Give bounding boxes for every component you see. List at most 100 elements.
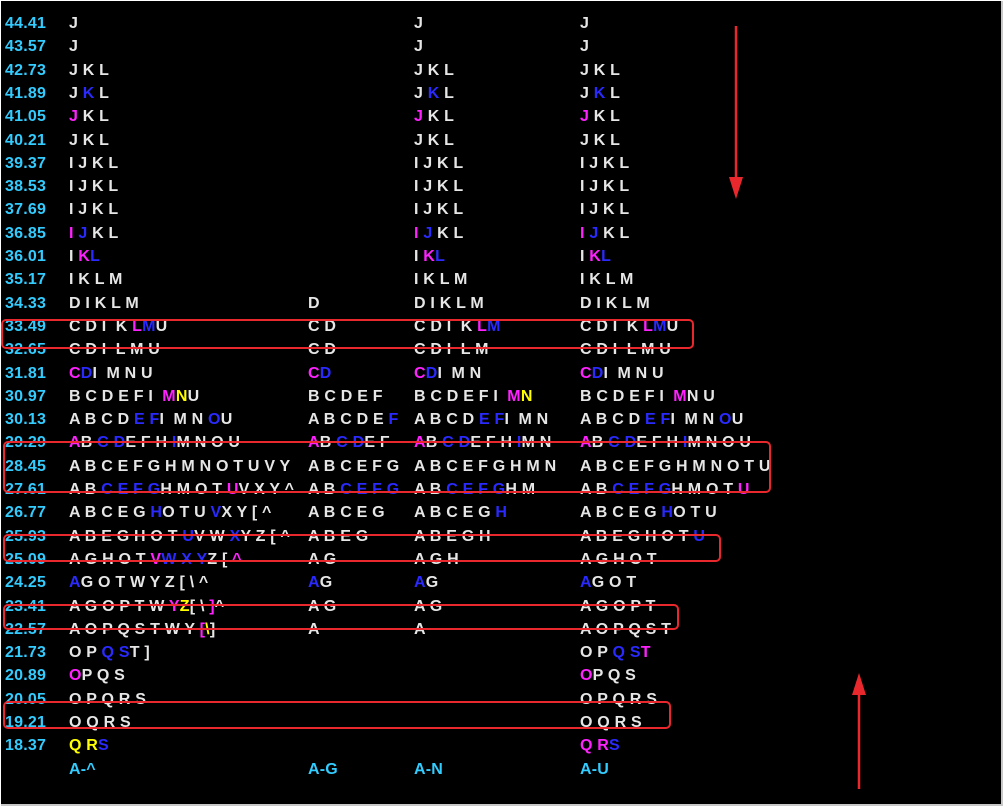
tpo-segment: B C D E F I [69, 387, 163, 405]
tpo-segment: A B C E G [308, 504, 385, 522]
tpo-segment: X Y [ ^ [221, 504, 272, 522]
tpo-segment: N [175, 387, 188, 405]
period-range-label: A-U [580, 760, 610, 778]
tpo-letters-col-4: J K L [580, 59, 620, 82]
tpo-letters-col-4: AG O T [580, 571, 636, 594]
tpo-segment: J K L [580, 61, 621, 79]
tpo-segment: I J K L [414, 154, 464, 172]
price-level: 24.25 [5, 574, 47, 592]
tpo-letters-col-4: B C D E F I MN U [580, 385, 715, 408]
tpo-segment: D [425, 364, 438, 382]
price-level: 20.89 [5, 667, 47, 685]
tpo-letters-col-2: B C D E F [308, 385, 383, 408]
tpo-segment: F [388, 411, 399, 429]
tpo-segment: J [580, 15, 590, 32]
tpo-segment: O [719, 411, 732, 429]
tpo-segment: Q S [612, 644, 641, 662]
tpo-letters-col-3: A B C E G H [414, 501, 507, 524]
tpo-segment: J [414, 38, 424, 56]
tpo-letters-col-4: J K L [580, 105, 620, 128]
tpo-letters-col-3: J K L [414, 129, 454, 152]
tpo-segment: N U [686, 387, 715, 405]
price-level: 18.37 [5, 737, 47, 755]
tpo-segment: J K L [580, 131, 621, 149]
tpo-segment: O P [580, 644, 613, 662]
tpo-segment: L [90, 248, 101, 265]
price-level: 26.77 [5, 504, 47, 522]
price-level: 43.57 [5, 38, 47, 56]
tpo-segment: O [69, 667, 82, 685]
highlight-box [3, 534, 721, 562]
price-level: 34.33 [5, 294, 47, 312]
tpo-segment: I J K L [580, 201, 630, 219]
tpo-letters-col-1: I J K L [69, 198, 118, 221]
tpo-segment: G [319, 574, 333, 592]
tpo-segment: J K L [69, 61, 110, 79]
tpo-segment: I K L M [69, 271, 123, 289]
tpo-segment: C [308, 364, 320, 382]
tpo-letters-col-4: I J K L [580, 222, 629, 245]
tpo-segment: K L [598, 224, 630, 242]
tpo-letters-col-4: D I K L M [580, 292, 650, 315]
tpo-segment: I [414, 248, 424, 265]
tpo-letters-col-3: I K L M [414, 268, 468, 291]
tpo-segment: B C D E F I [580, 387, 674, 405]
tpo-letters-col-4: A B C E G HO T U [580, 501, 717, 524]
tpo-segment: J K L [414, 131, 455, 149]
price-level: 39.37 [5, 154, 47, 172]
tpo-letters-col-1: J [69, 35, 78, 58]
price-level: 37.69 [5, 201, 47, 219]
tpo-letters-col-4: CDI M N U [580, 362, 664, 385]
price-level: 44.41 [5, 15, 47, 32]
tpo-letters-col-1: I K L M [69, 268, 123, 291]
tpo-segment: B C D E F [308, 387, 383, 405]
tpo-segment: J [69, 84, 83, 102]
tpo-segment: T [640, 644, 651, 662]
tpo-letters-col-3: CDI M N [414, 362, 481, 385]
tpo-segment: A [308, 574, 320, 592]
tpo-letters-col-4: J K L [580, 129, 620, 152]
tpo-segment: I M N [159, 411, 209, 429]
tpo-segment: A B C D E [308, 411, 389, 429]
tpo-segment: P Q S [81, 667, 126, 685]
tpo-letters-col-3: AG [414, 571, 438, 594]
tpo-segment: D [591, 364, 604, 382]
tpo-letters-col-1: B C D E F I MNU [69, 385, 199, 408]
tpo-letters-col-4: J K L [580, 82, 620, 105]
tpo-segment: I M N [504, 411, 549, 429]
tpo-segment: C [414, 364, 426, 382]
tpo-segment: A [69, 574, 81, 592]
tpo-segment: D [308, 294, 320, 312]
tpo-letters-col-2: CD [308, 362, 332, 385]
tpo-letters-col-3: I J K L [414, 152, 463, 175]
tpo-segment: G O T W Y Z [ \ ^ [80, 574, 209, 592]
tpo-segment: Q S [101, 644, 130, 662]
tpo-segment: U [187, 387, 200, 405]
tpo-segment: Q R [580, 737, 610, 755]
tpo-letters-col-1: A B C E G HO T U VX Y [ ^ [69, 501, 272, 524]
tpo-letters-col-3: J [414, 12, 423, 35]
price-level: 38.53 [5, 178, 47, 196]
tpo-letters-col-1: I J K L [69, 175, 118, 198]
tpo-segment: Q R [69, 737, 99, 755]
tpo-segment: A B C D [69, 411, 135, 429]
tpo-segment: V [210, 504, 222, 522]
tpo-segment: I K L M [414, 271, 468, 289]
tpo-segment: M [507, 387, 521, 405]
tpo-segment: U [220, 411, 233, 429]
tpo-segment: K [82, 84, 95, 102]
tpo-letters-col-4: OP Q S [580, 664, 636, 687]
tpo-segment: I J K L [580, 154, 630, 172]
tpo-segment: I J K L [414, 178, 464, 196]
tpo-letters-col-3: A B C D E FI M N [414, 408, 548, 431]
tpo-segment: O P [69, 644, 102, 662]
tpo-segment: K L [87, 224, 119, 242]
tpo-letters-col-3: I J K L [414, 222, 463, 245]
highlight-box [3, 701, 671, 729]
tpo-segment: D I K L M [69, 294, 139, 312]
tpo-letters-col-4: I J K L [580, 152, 629, 175]
tpo-letters-col-4: O P Q ST [580, 641, 651, 664]
tpo-letters-col-3: J K L [414, 59, 454, 82]
tpo-segment: C [69, 364, 81, 382]
tpo-segment: I J K L [69, 178, 119, 196]
